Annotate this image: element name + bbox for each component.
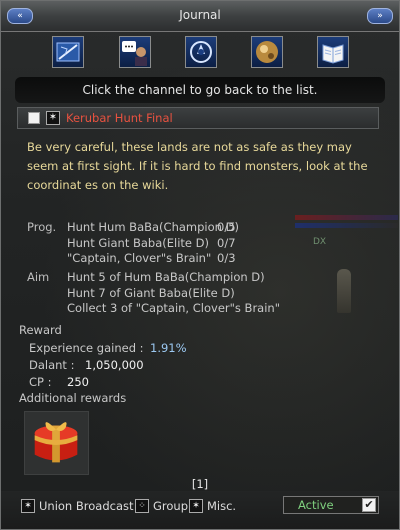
- emblem-icon: [190, 41, 212, 63]
- gift-box-icon: [34, 422, 78, 463]
- misc-label: Misc.: [207, 499, 237, 513]
- check-icon[interactable]: ✔: [362, 498, 376, 512]
- bg-hp-bar: [295, 215, 398, 220]
- channel-hint: Click the channel to go back to the list…: [15, 77, 385, 103]
- compass-map-icon: [56, 42, 80, 62]
- reward-label: Reward: [19, 323, 62, 337]
- page-indicator: [1]: [191, 477, 209, 491]
- aim-item: Hunt 7 of Giant Baba(Elite D): [67, 285, 235, 300]
- progress-item: "Captain, Clover"s Brain" 0/3: [67, 251, 236, 265]
- union-broadcast-label: Union Broadcast: [39, 499, 134, 513]
- orb-icon: [256, 41, 278, 63]
- cp-value: 250: [67, 375, 89, 389]
- channel-npc-button[interactable]: [119, 36, 151, 68]
- quest-header[interactable]: ✶ Kerubar Hunt Final: [17, 107, 379, 129]
- quest-checkbox[interactable]: [28, 112, 40, 124]
- group-label: Group: [153, 499, 189, 513]
- channel-book-button[interactable]: [317, 36, 349, 68]
- channel-orb-button[interactable]: [251, 36, 283, 68]
- channel-bar: [1, 36, 399, 72]
- quest-title: Kerubar Hunt Final: [66, 111, 173, 125]
- status-select[interactable]: Active ✔: [283, 496, 379, 514]
- experience-label: Experience gained :: [29, 341, 144, 355]
- book-icon: [322, 44, 344, 64]
- cp-label: CP :: [29, 375, 52, 389]
- aim-list: Hunt 5 of Hum BaBa(Champion D) Hunt 7 of…: [67, 270, 280, 317]
- progress-item: Hunt Giant Baba(Elite D) 0/7: [67, 235, 236, 250]
- union-broadcast-checkbox[interactable]: ✶: [21, 499, 35, 513]
- progress-label: Prog.: [27, 220, 57, 234]
- bg-mp-bar: [295, 223, 398, 228]
- dalant-label: Dalant :: [29, 358, 75, 372]
- dalant-value: 1,050,000: [85, 358, 144, 372]
- reward-item-slot[interactable]: [24, 411, 89, 475]
- experience-value: 1.91%: [150, 341, 187, 355]
- quest-description: Be very careful, these lands are not as …: [27, 140, 368, 192]
- title-bar[interactable]: « Journal »: [1, 1, 399, 32]
- aim-item: Hunt 5 of Hum BaBa(Champion D): [67, 270, 265, 284]
- bg-badge: DX: [313, 237, 327, 247]
- channel-emblem-button[interactable]: [185, 36, 217, 68]
- aim-item: Collect 3 of "Captain, Clover"s Brain": [67, 301, 280, 315]
- progress-item: Hunt Hum BaBa(Champion D)0/5: [67, 220, 239, 234]
- window-title: Journal: [179, 8, 221, 22]
- status-select-value: Active: [298, 498, 334, 512]
- aim-label: Aim: [27, 270, 50, 284]
- channel-compass-button[interactable]: [52, 36, 84, 68]
- additional-rewards-label: Additional rewards: [19, 391, 127, 405]
- group-checkbox[interactable]: ⁘: [135, 499, 149, 513]
- quest-type-icon: ✶: [46, 111, 60, 125]
- close-button[interactable]: »: [367, 8, 393, 24]
- npc-chat-icon: [122, 41, 147, 66]
- misc-checkbox[interactable]: ✶: [189, 499, 203, 513]
- progress-list: Hunt Hum BaBa(Champion D)0/5 Hunt Giant …: [67, 220, 239, 267]
- bg-character: [337, 269, 351, 313]
- journal-window: « Journal » Click the channel to go back…: [0, 0, 400, 530]
